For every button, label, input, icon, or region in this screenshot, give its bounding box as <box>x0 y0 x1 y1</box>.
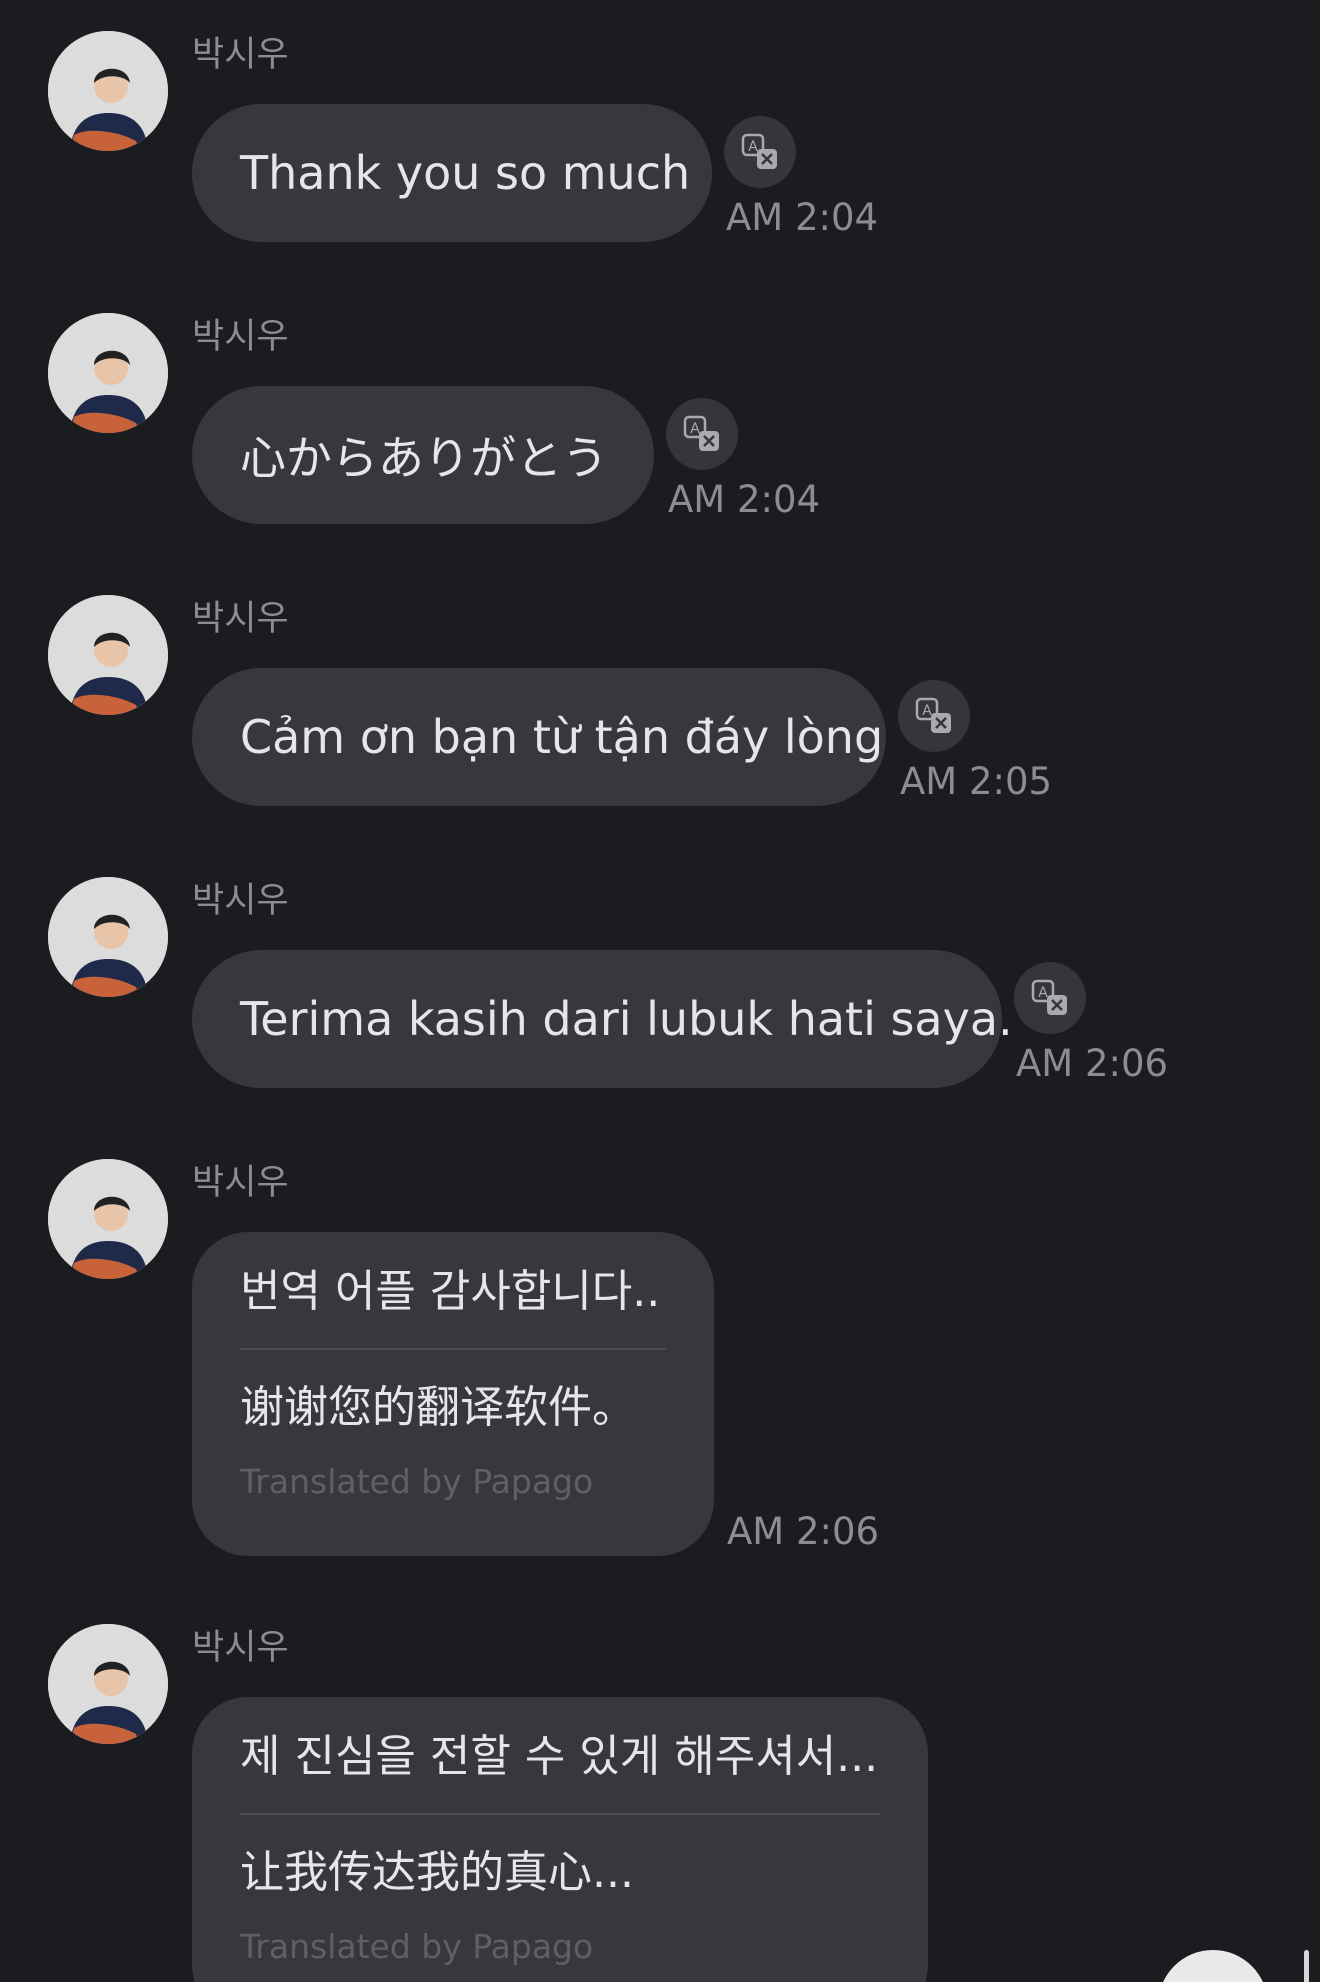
translated-text: 让我传达我的真心... <box>240 1847 634 1898</box>
divider <box>240 1348 666 1350</box>
message-text: Cảm ơn bạn từ tận đáy lòng <box>240 710 884 764</box>
translated-text: 谢谢您的翻译软件。 <box>240 1382 636 1433</box>
message-bubble[interactable]: Terima kasih dari lubuk hati saya. <box>192 950 1013 1088</box>
translate-button[interactable]: A <box>666 398 738 470</box>
avatar[interactable] <box>48 1159 168 1279</box>
svg-text:A: A <box>748 139 758 155</box>
scrollbar[interactable] <box>1304 1950 1309 1982</box>
translate-icon: A <box>1031 979 1067 1015</box>
message-bubble[interactable]: 心からありがとう <box>192 386 654 524</box>
message-time: AM 2:04 <box>726 196 879 239</box>
profile-photo-icon <box>48 595 168 715</box>
translated-by-label: Translated by Papago <box>240 1462 594 1501</box>
translate-button[interactable]: A <box>898 680 970 752</box>
svg-text:A: A <box>690 421 700 437</box>
profile-photo-icon <box>48 1159 168 1279</box>
divider <box>240 1813 880 1815</box>
message-bubble[interactable]: Thank you so much <box>192 104 712 242</box>
message-text: Terima kasih dari lubuk hati saya. <box>240 992 1013 1046</box>
message-bubble[interactable]: Cảm ơn bạn từ tận đáy lòng <box>192 668 886 806</box>
translate-button[interactable]: A <box>1014 962 1086 1034</box>
sender-name: 박시우 <box>192 881 289 921</box>
translate-icon: A <box>683 415 719 451</box>
message-text: Thank you so much <box>240 146 691 200</box>
avatar[interactable] <box>48 1624 168 1744</box>
avatar[interactable] <box>48 31 168 151</box>
profile-photo-icon <box>48 877 168 997</box>
original-text: 제 진심을 전할 수 있게 해주셔서... <box>240 1731 879 1782</box>
sender-name: 박시우 <box>192 599 289 639</box>
avatar[interactable] <box>48 313 168 433</box>
avatar[interactable] <box>48 877 168 997</box>
translate-button[interactable]: A <box>724 116 796 188</box>
sender-name: 박시우 <box>192 1628 289 1668</box>
translated-message-bubble[interactable]: 번역 어플 감사합니다.. 谢谢您的翻译软件。 Translated by Pa… <box>192 1232 714 1556</box>
sender-name: 박시우 <box>192 35 289 75</box>
profile-photo-icon <box>48 31 168 151</box>
translate-icon: A <box>741 133 777 169</box>
profile-photo-icon <box>48 313 168 433</box>
message-time: AM 2:06 <box>1016 1042 1169 1085</box>
translate-icon: A <box>915 697 951 733</box>
message-time: AM 2:05 <box>900 760 1053 803</box>
profile-photo-icon <box>48 1624 168 1744</box>
svg-text:A: A <box>1038 985 1048 1001</box>
message-text: 心からありがとう <box>240 431 608 485</box>
scroll-down-button[interactable] <box>1158 1950 1268 1982</box>
message-time: AM 2:04 <box>668 478 821 521</box>
message-time: AM 2:06 <box>727 1510 880 1553</box>
avatar[interactable] <box>48 595 168 715</box>
translated-by-label: Translated by Papago <box>240 1927 594 1966</box>
sender-name: 박시우 <box>192 1163 289 1203</box>
original-text: 번역 어플 감사합니다.. <box>240 1266 661 1317</box>
sender-name: 박시우 <box>192 317 289 357</box>
translated-message-bubble[interactable]: 제 진심을 전할 수 있게 해주셔서... 让我传达我的真心... Transl… <box>192 1697 928 1982</box>
chat-view: 박시우 Thank you so much A AM 2:04 박시우 心からあ… <box>0 0 1320 1982</box>
svg-text:A: A <box>922 703 932 719</box>
